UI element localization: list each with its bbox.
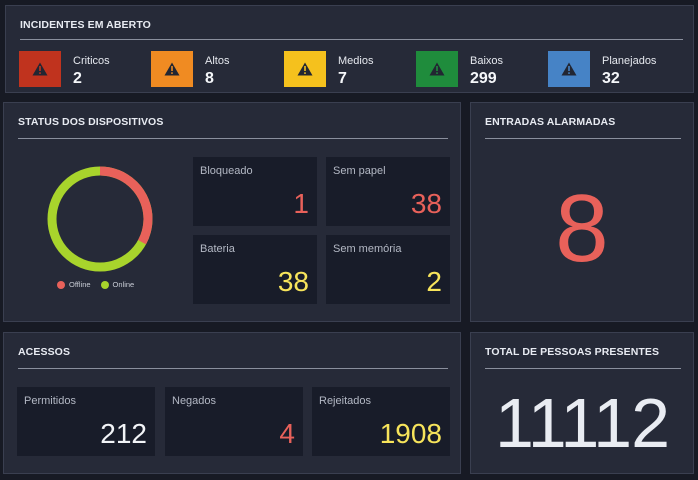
alarmed-entries-panel: ENTRADAS ALARMADAS 8	[470, 102, 694, 322]
tile-label: Negados	[172, 395, 217, 407]
warning-icon	[548, 51, 590, 87]
divider	[18, 138, 448, 139]
tile-label: Sem papel	[333, 165, 386, 177]
warning-icon	[284, 51, 326, 87]
tile-label: Bateria	[200, 243, 235, 255]
incident-count: 8	[205, 70, 214, 87]
people-present-panel: TOTAL DE PESSOAS PRESENTES 11112	[470, 332, 694, 474]
incident-count: 32	[602, 70, 620, 87]
tile-value: 1908	[379, 418, 442, 449]
devices-donut-chart	[47, 166, 153, 272]
warning-icon	[19, 51, 61, 87]
legend-online-label: Online	[112, 280, 135, 289]
tile-label: Bloqueado	[200, 165, 253, 177]
incident-label: Baixos	[470, 55, 504, 67]
device-tile-sem-memoria[interactable]: Sem memória 2	[326, 235, 450, 304]
incident-label: Altos	[205, 55, 230, 67]
panel-title: ENTRADAS ALARMADAS	[485, 116, 616, 128]
incident-count: 7	[338, 70, 347, 87]
tile-label: Sem memória	[333, 243, 402, 255]
divider	[485, 368, 681, 369]
incident-label: Planejados	[602, 55, 657, 67]
donut-legend: Offline Online	[57, 280, 134, 289]
tile-value: 38	[277, 266, 309, 297]
warning-icon	[151, 51, 193, 87]
panel-title: INCIDENTES EM ABERTO	[20, 19, 151, 31]
access-tile-permitidos[interactable]: Permitidos 212	[17, 387, 155, 456]
divider	[485, 138, 681, 139]
incident-label: Medios	[338, 55, 374, 67]
devices-panel: STATUS DOS DISPOSITIVOS Offline Online B…	[3, 102, 461, 322]
legend-offline-label: Offline	[69, 280, 91, 289]
online-dot	[100, 280, 109, 289]
tile-value: 212	[100, 418, 147, 449]
tile-value: 38	[410, 188, 442, 219]
tile-value: 4	[279, 418, 295, 449]
tile-value: 2	[426, 266, 442, 297]
divider	[20, 39, 683, 40]
access-tile-rejeitados[interactable]: Rejeitados 1908	[312, 387, 450, 456]
panel-title: TOTAL DE PESSOAS PRESENTES	[485, 346, 660, 358]
incidents-panel: INCIDENTES EM ABERTO Criticos 2 Altos 8 …	[5, 5, 694, 93]
incident-label: Criticos	[73, 55, 110, 67]
alarmed-entries-value[interactable]: 8	[471, 181, 693, 277]
panel-title: ACESSOS	[18, 346, 71, 358]
panel-title: STATUS DOS DISPOSITIVOS	[18, 116, 164, 128]
incident-count: 2	[73, 70, 82, 87]
access-panel: ACESSOS Permitidos 212 Negados 4 Rejeita…	[3, 332, 461, 474]
offline-dot	[57, 280, 65, 289]
divider	[18, 368, 448, 369]
access-tile-negados[interactable]: Negados 4	[165, 387, 303, 456]
device-tile-sem-papel[interactable]: Sem papel 38	[326, 157, 450, 226]
incident-count: 299	[470, 70, 497, 87]
tile-label: Permitidos	[24, 395, 76, 407]
device-tile-bateria[interactable]: Bateria 38	[193, 235, 317, 304]
warning-icon	[416, 51, 458, 87]
tile-value: 1	[293, 188, 309, 219]
tile-label: Rejeitados	[319, 395, 371, 407]
device-tile-bloqueado[interactable]: Bloqueado 1	[193, 157, 317, 226]
people-present-value[interactable]: 11112	[471, 387, 693, 459]
